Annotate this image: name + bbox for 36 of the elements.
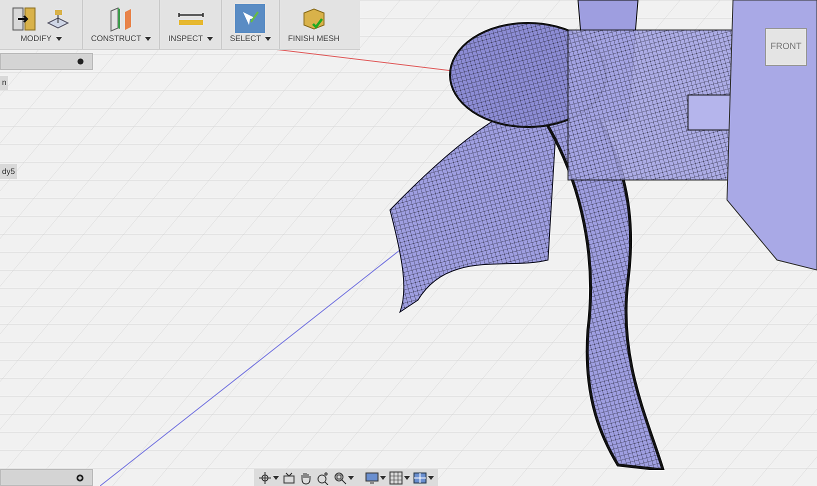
- mesh-check-icon: [300, 6, 327, 32]
- view-tool-button[interactable]: [316, 470, 330, 484]
- view-tool-button[interactable]: [299, 470, 313, 484]
- zoom-window-icon: [333, 470, 347, 484]
- caret-icon: [56, 37, 62, 41]
- collapse-dot-icon[interactable]: [77, 58, 84, 65]
- tool-menu-button[interactable]: FINISH MESH: [288, 33, 340, 45]
- orbit-icon: [258, 470, 272, 484]
- view-tool-button[interactable]: [258, 470, 279, 484]
- view-cube[interactable]: FRONT: [765, 28, 807, 66]
- pan-hand-icon: [299, 470, 313, 484]
- tool-menu-button[interactable]: INSPECT: [168, 33, 213, 45]
- tool-menu-button[interactable]: CONSTRUCT: [91, 33, 152, 45]
- tool-menu-button[interactable]: MODIFY: [20, 33, 62, 45]
- view-tool-button[interactable]: [389, 470, 410, 484]
- view-tool-button[interactable]: [365, 470, 386, 484]
- caret-icon: [265, 37, 272, 41]
- view-tool-button[interactable]: [333, 470, 354, 484]
- caret-icon: [348, 476, 354, 480]
- caret-icon: [145, 37, 152, 41]
- monitor-icon: [365, 470, 379, 484]
- view-tool-button[interactable]: [282, 470, 296, 484]
- side-tab[interactable]: n: [0, 76, 8, 90]
- caret-icon: [380, 476, 386, 480]
- viewports-icon: [413, 470, 427, 484]
- caret-icon: [273, 476, 279, 480]
- tool-menu-button[interactable]: SELECT: [230, 33, 272, 45]
- zoom-icon: [316, 470, 330, 484]
- add-icon[interactable]: [76, 474, 84, 482]
- caret-icon: [404, 476, 410, 480]
- view-tool-button[interactable]: [413, 470, 434, 484]
- split-body-icon: [12, 6, 38, 32]
- look-at-icon: [282, 470, 296, 484]
- side-tab[interactable]: dy5: [0, 164, 17, 179]
- caret-icon: [428, 476, 434, 480]
- caret-icon: [206, 37, 213, 41]
